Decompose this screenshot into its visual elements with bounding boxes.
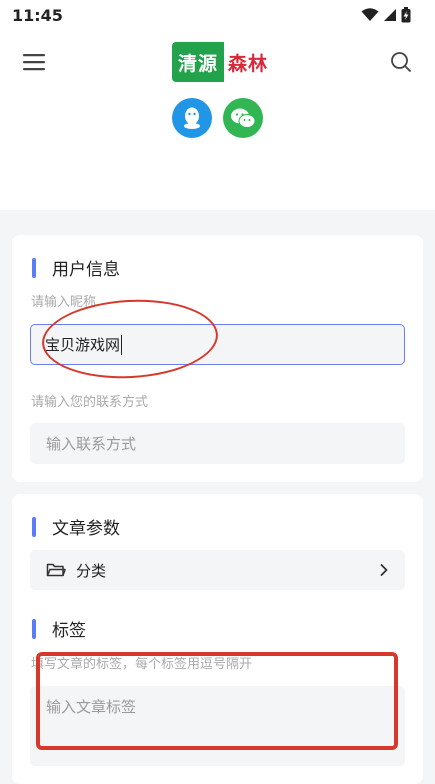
- article-params-title: 文章参数: [32, 514, 120, 539]
- logo-green-text: 清源: [172, 42, 225, 82]
- user-info-title-text: 用户信息: [52, 260, 120, 280]
- app-header: 清源 森林: [0, 30, 435, 92]
- section-accent-bar: [32, 618, 36, 639]
- menu-button[interactable]: [22, 50, 46, 74]
- nickname-input[interactable]: 宝贝游戏网: [30, 324, 405, 365]
- battery-icon: [401, 7, 411, 23]
- contact-hint: 请输入您的联系方式: [31, 395, 149, 410]
- nickname-value: 宝贝游戏网: [45, 336, 121, 354]
- folder-icon: [46, 563, 66, 577]
- nickname-hint: 请输入昵称: [31, 295, 97, 310]
- tags-input[interactable]: 输入文章标签: [30, 686, 405, 766]
- tags-hint: 填写文章的标签，每个标签用逗号隔开: [31, 657, 253, 672]
- site-logo[interactable]: 清源 森林: [172, 42, 268, 82]
- wifi-icon: [361, 8, 379, 21]
- contact-placeholder: 输入联系方式: [46, 435, 137, 453]
- signal-icon: [384, 9, 396, 21]
- chevron-right-icon: [380, 564, 388, 576]
- status-icons: [361, 7, 411, 23]
- wechat-login-button[interactable]: [223, 98, 263, 138]
- contact-input[interactable]: 输入联系方式: [30, 423, 405, 464]
- wechat-icon: [231, 108, 256, 128]
- article-params-title-text: 文章参数: [52, 519, 120, 539]
- logo-red-text: 森林: [228, 52, 269, 75]
- qq-icon: [184, 107, 200, 129]
- category-label: 分类: [76, 561, 107, 580]
- status-time: 11:45: [12, 5, 63, 25]
- category-selector[interactable]: 分类: [30, 550, 405, 590]
- tags-title-text: 标签: [52, 621, 86, 641]
- social-login-area: [0, 92, 435, 210]
- status-bar: 11:45: [0, 0, 435, 30]
- qq-login-button[interactable]: [172, 98, 212, 138]
- search-icon: [391, 52, 411, 72]
- tags-placeholder: 输入文章标签: [46, 698, 137, 716]
- section-accent-bar: [32, 257, 36, 278]
- user-info-title: 用户信息: [32, 255, 120, 280]
- section-accent-bar: [32, 516, 36, 537]
- text-cursor: [121, 334, 123, 355]
- user-info-card: 用户信息 请输入昵称 宝贝游戏网 请输入您的联系方式 输入联系方式: [12, 235, 423, 482]
- tags-title: 标签: [32, 616, 86, 641]
- article-params-card: 文章参数 分类 标签 填写文章的标签，每个标签用逗号隔开 输入文章标签: [12, 494, 423, 784]
- search-button[interactable]: [389, 50, 413, 74]
- hamburger-menu-icon: [23, 54, 45, 71]
